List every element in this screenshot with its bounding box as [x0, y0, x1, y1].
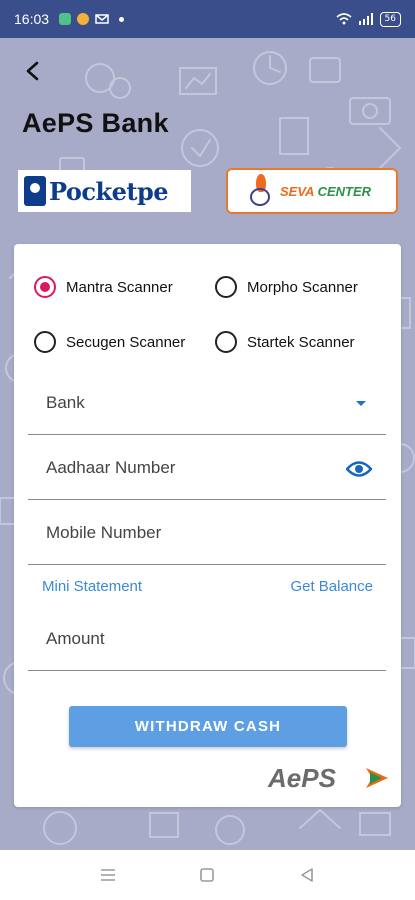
- radio-label: Morpho Scanner: [247, 278, 358, 296]
- eye-icon[interactable]: [346, 460, 372, 478]
- center-logo-word: CENTER: [317, 183, 372, 199]
- aadhaar-number-field[interactable]: Aadhaar Number: [28, 436, 386, 500]
- signal-icon: [358, 13, 373, 25]
- radio-button[interactable]: [34, 331, 56, 353]
- radio-morpho-scanner[interactable]: Morpho Scanner: [215, 276, 358, 298]
- radio-startek-scanner[interactable]: Startek Scanner: [215, 331, 355, 353]
- mail-icon: [95, 14, 109, 24]
- radio-secugen-scanner[interactable]: Secugen Scanner: [34, 331, 185, 353]
- app-icon: [59, 13, 72, 25]
- get-balance-link[interactable]: Get Balance: [290, 578, 373, 595]
- amount-field[interactable]: Amount: [28, 607, 386, 671]
- seva-center-logo: SEVA CENTER: [226, 168, 398, 214]
- withdraw-cash-button[interactable]: WITHDRAW CASH: [69, 706, 347, 747]
- pocketpe-logo: Pocketpe: [18, 170, 191, 212]
- mobile-label: Mobile Number: [46, 523, 162, 542]
- chevron-down-icon: [356, 401, 366, 406]
- radio-button[interactable]: [215, 331, 237, 353]
- bank-dropdown[interactable]: Bank: [28, 371, 386, 435]
- aeps-logo-text: AePS: [267, 763, 337, 793]
- aeps-form-card: Mantra Scanner Morpho Scanner Secugen Sc…: [14, 244, 401, 807]
- back-triangle-icon[interactable]: [297, 865, 317, 885]
- back-button[interactable]: [22, 60, 46, 82]
- seva-logo-word: SEVA: [280, 183, 314, 199]
- status-bar: 16:03 56: [0, 0, 415, 38]
- seva-flame-icon: [248, 174, 276, 208]
- seva-logo-text: SEVA CENTER: [280, 184, 371, 199]
- app-icon: [77, 13, 90, 25]
- page-title: AePS Bank: [22, 108, 169, 138]
- radio-label: Secugen Scanner: [66, 333, 186, 351]
- aeps-logo: AePS: [267, 763, 388, 793]
- battery-icon: 56: [379, 11, 401, 27]
- notification-dot-icon: [119, 16, 125, 22]
- bank-label: Bank: [46, 393, 85, 412]
- mini-statement-link[interactable]: Mini Statement: [42, 578, 142, 595]
- radio-label: Startek Scanner: [247, 333, 355, 351]
- amount-label: Amount: [46, 629, 105, 648]
- aadhaar-label: Aadhaar Number: [46, 458, 176, 477]
- radio-mantra-scanner[interactable]: Mantra Scanner: [34, 276, 173, 298]
- radio-button-selected[interactable]: [34, 276, 56, 298]
- status-time: 16:03: [14, 11, 50, 27]
- pocketpe-mark-icon: [24, 176, 46, 206]
- home-square-icon[interactable]: [197, 865, 217, 885]
- mobile-number-field[interactable]: Mobile Number: [28, 501, 386, 565]
- pocketpe-logo-text: Pocketpe: [49, 176, 169, 206]
- radio-button[interactable]: [215, 276, 237, 298]
- menu-icon[interactable]: [98, 865, 118, 885]
- arrow-left-icon: [26, 61, 39, 81]
- wifi-icon: [336, 13, 352, 25]
- system-nav-bar: [0, 850, 415, 900]
- radio-label: Mantra Scanner: [66, 278, 173, 296]
